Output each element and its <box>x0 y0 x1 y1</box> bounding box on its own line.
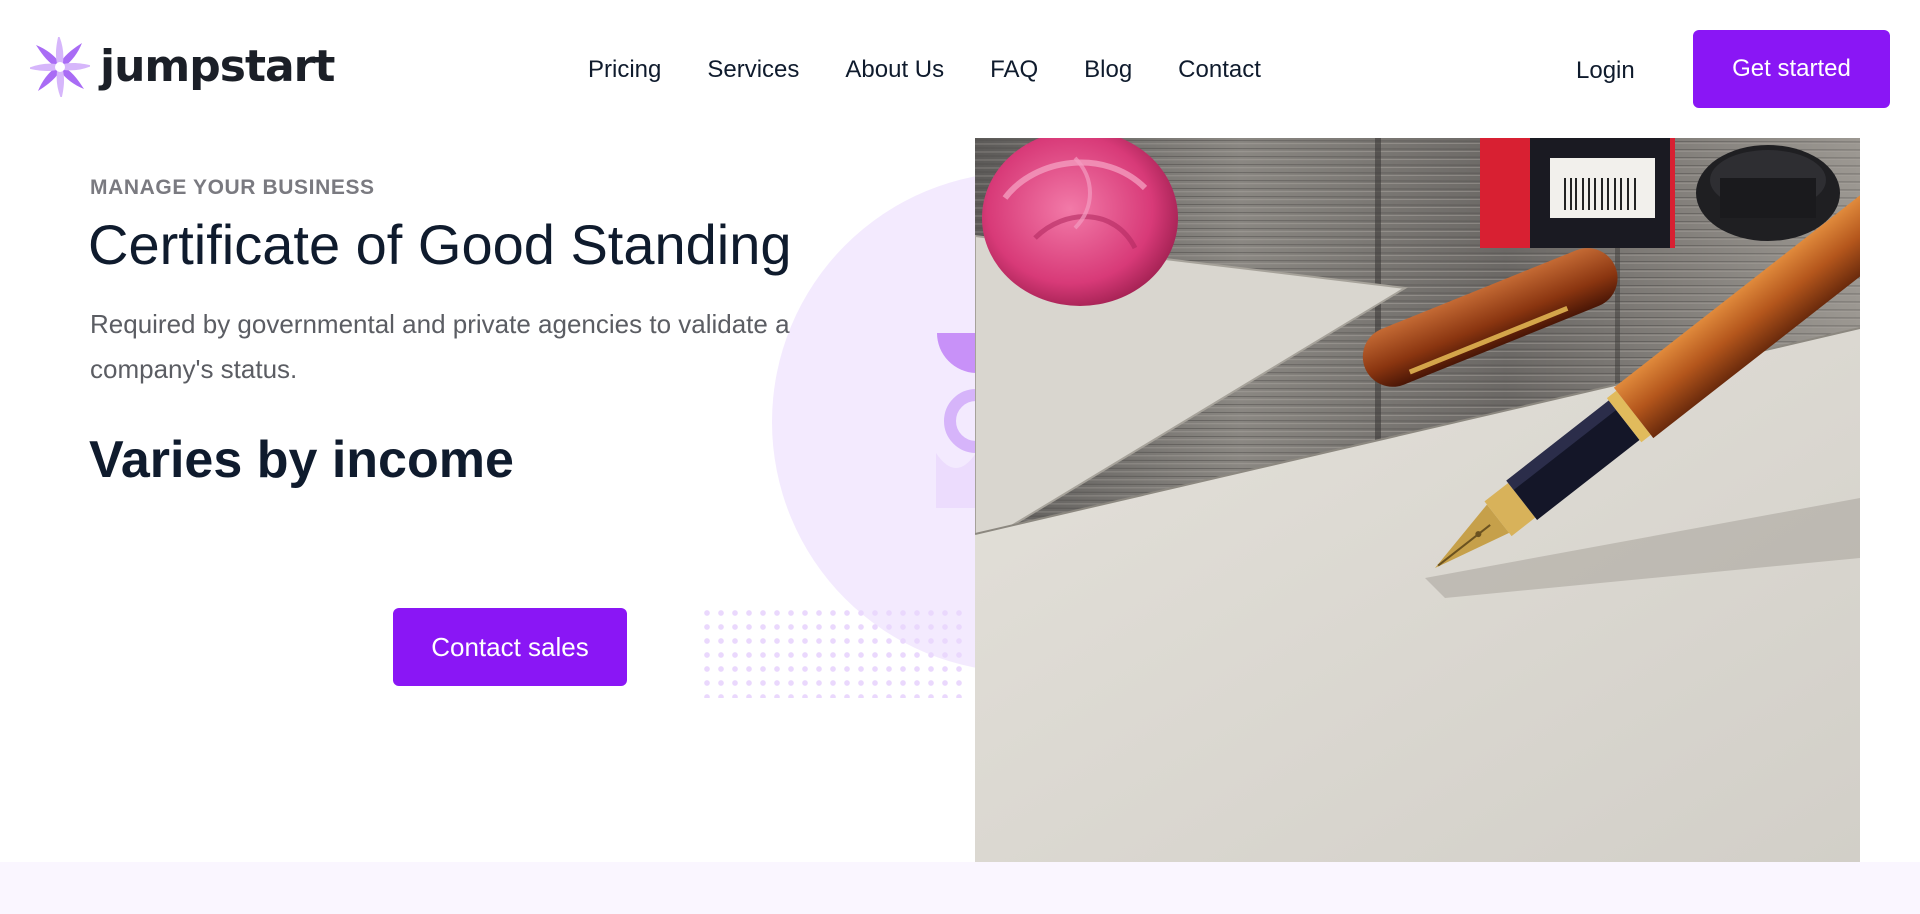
brand-logo-link[interactable]: jumpstart <box>30 37 335 97</box>
login-link[interactable]: Login <box>1576 57 1635 85</box>
top-navigation: jumpstart Pricing Services About Us FAQ … <box>0 0 1920 140</box>
pinwheel-logo-icon <box>30 37 90 97</box>
nav-link-faq[interactable]: FAQ <box>990 56 1038 84</box>
brand-name: jumpstart <box>100 41 335 92</box>
nav-link-services[interactable]: Services <box>707 56 799 84</box>
decorative-shapes <box>936 333 976 508</box>
page-title: Certificate of Good Standing <box>88 213 792 276</box>
nav-link-blog[interactable]: Blog <box>1084 56 1132 84</box>
decorative-dot-grid <box>700 606 970 698</box>
price-label: Varies by income <box>89 431 514 489</box>
get-started-button[interactable]: Get started <box>1693 30 1890 108</box>
next-section-band <box>0 862 1920 914</box>
hero-eyebrow: MANAGE YOUR BUSINESS <box>90 176 375 199</box>
primary-nav: Pricing Services About Us FAQ Blog Conta… <box>588 56 1307 84</box>
nav-link-pricing[interactable]: Pricing <box>588 56 661 84</box>
hero-photo <box>975 138 1860 862</box>
contact-sales-button[interactable]: Contact sales <box>393 608 627 686</box>
nav-link-about-us[interactable]: About Us <box>845 56 944 84</box>
nav-link-contact[interactable]: Contact <box>1178 56 1261 84</box>
hero-description: Required by governmental and private age… <box>90 309 790 384</box>
